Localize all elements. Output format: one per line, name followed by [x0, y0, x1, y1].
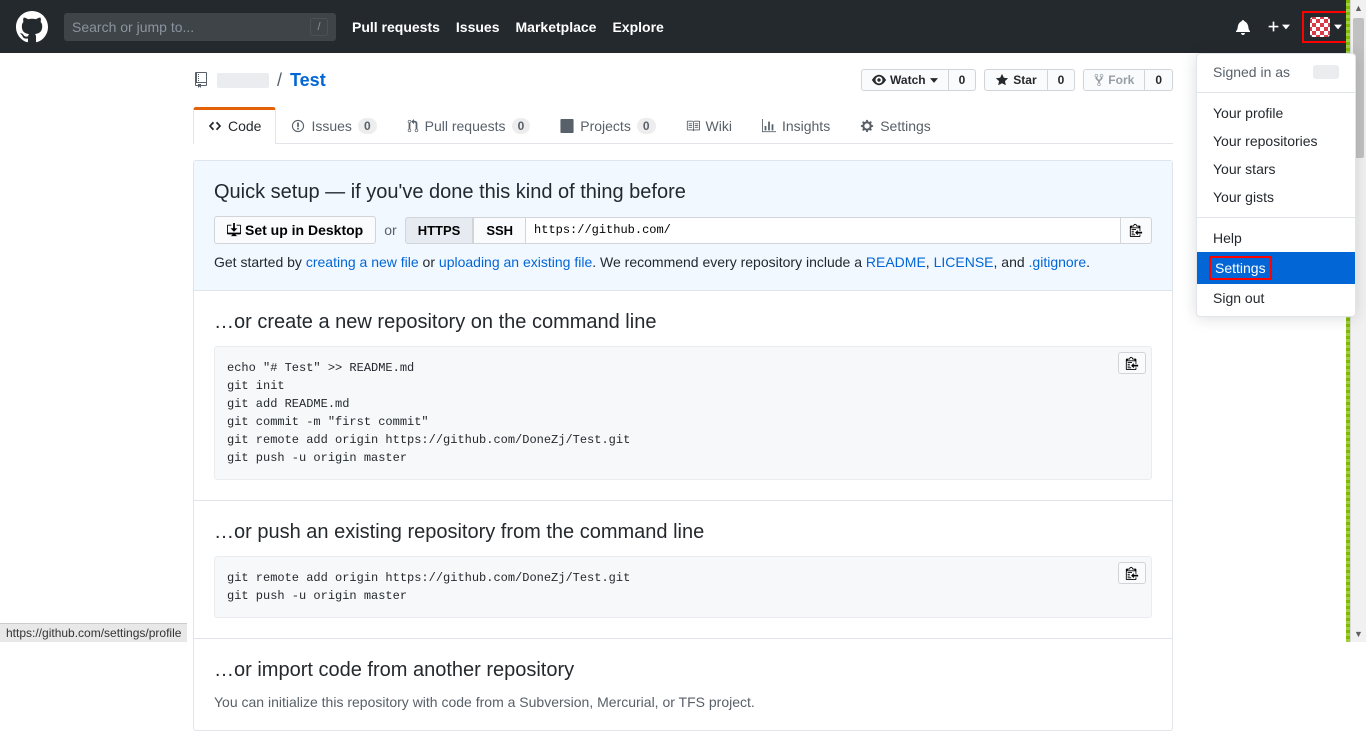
link-gitignore[interactable]: .gitignore: [1029, 254, 1087, 270]
tab-settings[interactable]: Settings: [845, 107, 946, 144]
fork-button[interactable]: Fork: [1083, 69, 1145, 91]
star-count[interactable]: 0: [1048, 69, 1076, 91]
repo-title: / Test: [193, 70, 326, 91]
dropdown-signed-in: Signed in as: [1197, 58, 1355, 86]
github-logo[interactable]: [16, 11, 48, 43]
import-repo-title: …or import code from another repository: [214, 659, 1152, 682]
search-input[interactable]: [72, 19, 310, 35]
link-upload[interactable]: uploading an existing file: [439, 254, 592, 270]
dropdown-sign-out[interactable]: Sign out: [1197, 284, 1355, 312]
user-dropdown: Signed in as Your profile Your repositor…: [1196, 53, 1356, 317]
scrollbar-down-icon[interactable]: ▼: [1351, 626, 1366, 642]
push-repo-title: …or push an existing repository from the…: [214, 521, 1152, 544]
watch-button[interactable]: Watch: [861, 69, 949, 91]
clone-url-input[interactable]: [526, 217, 1121, 244]
repo-name-link[interactable]: Test: [290, 70, 326, 91]
nav-marketplace[interactable]: Marketplace: [516, 19, 597, 35]
repo-header: / Test Watch 0 Star 0 Fork 0: [193, 53, 1173, 91]
quick-setup-desc: Get started by creating a new file or up…: [214, 254, 1152, 270]
search-box[interactable]: /: [64, 13, 336, 41]
push-repo-section: …or push an existing repository from the…: [194, 501, 1172, 639]
user-menu-button[interactable]: [1302, 11, 1350, 43]
quick-setup-title: Quick setup — if you've done this kind o…: [214, 181, 1152, 204]
dropdown-your-profile[interactable]: Your profile: [1197, 99, 1355, 127]
dropdown-your-stars[interactable]: Your stars: [1197, 155, 1355, 183]
push-repo-code[interactable]: git remote add origin https://github.com…: [214, 556, 1152, 618]
nav-pull-requests[interactable]: Pull requests: [352, 19, 440, 35]
dropdown-divider: [1197, 92, 1355, 93]
tab-insights[interactable]: Insights: [747, 107, 845, 144]
avatar-icon: [1310, 17, 1330, 37]
copy-url-button[interactable]: [1121, 217, 1152, 244]
tab-wiki[interactable]: Wiki: [671, 107, 747, 144]
import-repo-desc: You can initialize this repository with …: [214, 694, 1152, 710]
or-text: or: [384, 222, 396, 238]
link-readme[interactable]: README: [866, 254, 926, 270]
repo-owner-link[interactable]: [217, 70, 269, 91]
link-license[interactable]: LICENSE: [934, 254, 994, 270]
create-repo-section: …or create a new repository on the comma…: [194, 291, 1172, 501]
header-right: [1235, 11, 1350, 43]
setup-desktop-button[interactable]: Set up in Desktop: [214, 216, 376, 244]
main-content: Quick setup — if you've done this kind o…: [193, 160, 1173, 731]
scrollbar-up-icon[interactable]: ▲: [1351, 0, 1366, 16]
tab-issues[interactable]: Issues0: [276, 107, 391, 144]
browser-statusbar: https://github.com/settings/profile: [0, 623, 187, 642]
quick-setup-section: Quick setup — if you've done this kind o…: [194, 161, 1172, 291]
repo-actions: Watch 0 Star 0 Fork 0: [861, 69, 1173, 91]
star-button[interactable]: Star: [984, 69, 1047, 91]
watch-count[interactable]: 0: [949, 69, 977, 91]
https-button[interactable]: HTTPS: [405, 217, 474, 244]
ssh-button[interactable]: SSH: [473, 217, 526, 244]
repo-sep: /: [277, 70, 282, 91]
dropdown-your-repositories[interactable]: Your repositories: [1197, 127, 1355, 155]
tab-pull-requests[interactable]: Pull requests0: [392, 107, 546, 144]
main-header: / Pull requests Issues Marketplace Explo…: [0, 0, 1366, 53]
bell-icon[interactable]: [1235, 19, 1251, 35]
create-repo-code[interactable]: echo "# Test" >> README.md git init git …: [214, 346, 1152, 480]
header-nav: Pull requests Issues Marketplace Explore: [352, 19, 664, 35]
fork-count[interactable]: 0: [1145, 69, 1173, 91]
dropdown-help[interactable]: Help: [1197, 224, 1355, 252]
slash-hint: /: [310, 18, 328, 36]
dropdown-your-gists[interactable]: Your gists: [1197, 183, 1355, 211]
plus-icon[interactable]: [1267, 20, 1290, 33]
copy-push-button[interactable]: [1118, 562, 1146, 584]
create-repo-title: …or create a new repository on the comma…: [214, 311, 1152, 334]
repo-tabnav: Code Issues0 Pull requests0 Projects0 Wi…: [193, 107, 1173, 144]
tab-projects[interactable]: Projects0: [545, 107, 670, 144]
import-repo-section: …or import code from another repository …: [194, 639, 1172, 730]
setup-box: Quick setup — if you've done this kind o…: [193, 160, 1173, 731]
nav-explore[interactable]: Explore: [612, 19, 663, 35]
copy-create-button[interactable]: [1118, 352, 1146, 374]
tab-code[interactable]: Code: [193, 107, 276, 144]
link-new-file[interactable]: creating a new file: [306, 254, 419, 270]
nav-issues[interactable]: Issues: [456, 19, 500, 35]
dropdown-divider: [1197, 217, 1355, 218]
dropdown-settings[interactable]: Settings: [1197, 252, 1355, 284]
